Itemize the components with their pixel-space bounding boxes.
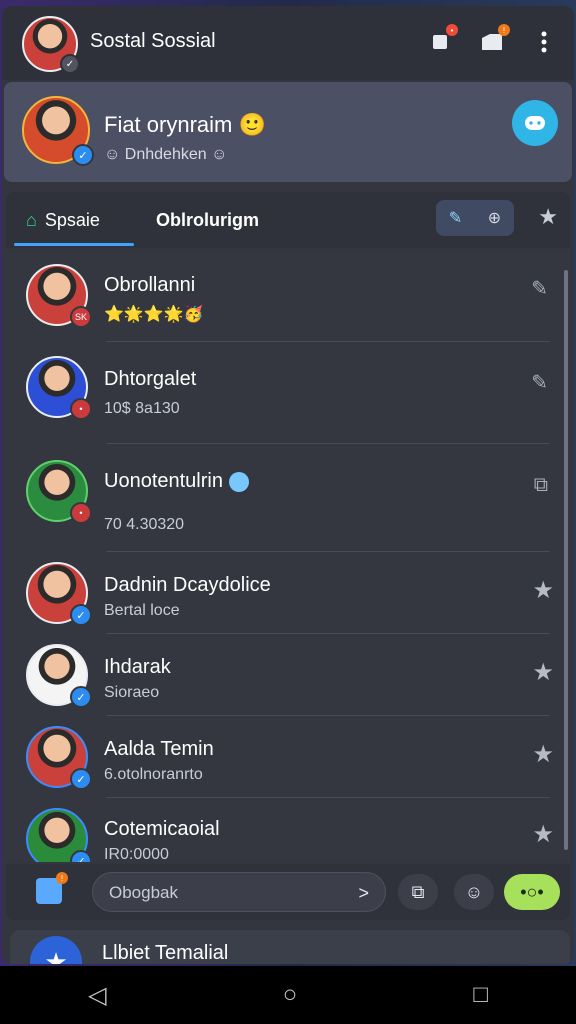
system-nav-bar: ◁ ○ □	[0, 966, 576, 1024]
star-icon[interactable]: ★	[532, 576, 554, 605]
notification-badge: •	[446, 24, 458, 36]
home-icon: ⌂	[26, 209, 37, 230]
home-button-icon[interactable]: ○	[283, 981, 298, 1009]
notification-badge: !	[56, 872, 68, 884]
contact-name-text: Uonotentulrin	[104, 470, 223, 492]
contact-name: Dhtorgalet	[104, 368, 197, 390]
profile-name: Fiat orynraim 🙂	[104, 112, 266, 138]
status-icon: •	[70, 502, 92, 524]
tab-tools[interactable]: ✎ ⊕	[436, 200, 514, 236]
tab-bar: ⌂ Spsaie Oblrolurigm ✎ ⊕ ★	[6, 192, 570, 248]
tab-home-label: Spsaie	[44, 209, 100, 230]
recent-apps-icon[interactable]: □	[473, 981, 488, 1009]
star-icon[interactable]: ★	[532, 740, 554, 769]
app-shell: ✓ Sostal Sossial • ! ✓ Fiat orynraim 🙂 ☺…	[2, 6, 574, 964]
list-item[interactable]: ✓ Ihdarak Sioraeo ★	[6, 634, 570, 716]
star-icon[interactable]: ★	[532, 658, 554, 687]
share-icon[interactable]: ⧉	[534, 474, 548, 497]
more-icon[interactable]	[530, 28, 558, 56]
tab-second-label: Oblrolurigm	[156, 209, 259, 230]
scrollbar[interactable]	[564, 270, 568, 850]
list-item[interactable]: ✓ Cotemicaoial IR0:0000 ★	[6, 798, 570, 862]
verified-icon: ✓	[70, 686, 92, 708]
contact-subtitle: 6.otolnoranrto	[104, 766, 203, 783]
status-icon: •	[70, 398, 92, 420]
contact-name: Aalda Temin	[104, 738, 214, 760]
profile-avatar[interactable]: ✓	[22, 96, 94, 166]
send-icon[interactable]: >	[358, 883, 369, 904]
bottom-card-title: Llbiet Temalial	[102, 942, 229, 964]
verified-icon: ✓	[70, 604, 92, 626]
contact-subtitle: 70 4.30320	[104, 516, 185, 533]
app-title: Sostal Sossial	[90, 30, 216, 52]
contact-avatar[interactable]: SK	[26, 264, 92, 328]
favorite-star-icon[interactable]: ★	[538, 204, 558, 230]
emoji-icon: ☺	[211, 146, 228, 163]
contact-subtitle: Sioraeo	[104, 684, 160, 701]
edit-icon[interactable]: ✎	[531, 370, 548, 395]
contact-avatar[interactable]: •	[26, 460, 92, 524]
contact-name: Cotemicaoial	[104, 818, 220, 840]
contact-list: SK Obrollanni ⭐🌟⭐🌟🥳 ✎ • Dhtorgalet 10$ 8…	[6, 250, 570, 862]
camera-icon[interactable]: ⧉	[398, 874, 438, 910]
contact-avatar[interactable]: ✓	[26, 644, 92, 708]
contact-avatar[interactable]: ✓	[26, 808, 92, 862]
notification-badge: !	[498, 24, 510, 36]
profile-subtitle: ☺ Dnhdehken ☺	[104, 146, 227, 164]
list-item[interactable]: SK Obrollanni ⭐🌟⭐🌟🥳 ✎	[6, 250, 570, 342]
contact-avatar[interactable]: ✓	[26, 726, 92, 790]
contact-name: Ihdarak	[104, 656, 171, 678]
star-icon[interactable]: ★	[532, 820, 554, 849]
verified-icon: ✓	[70, 768, 92, 790]
status-icon: ✓	[60, 54, 80, 74]
globe-icon[interactable]: ⊕	[488, 208, 501, 228]
attach-icon[interactable]: !	[36, 872, 68, 904]
user-avatar[interactable]: ✓	[22, 16, 80, 74]
verified-icon: ✓	[72, 144, 94, 166]
emoji-icon[interactable]: ☺	[454, 874, 494, 910]
smile-emoji-icon: 🙂	[238, 112, 266, 137]
brush-icon[interactable]: ✎	[449, 208, 462, 228]
tab-home[interactable]: ⌂ Spsaie	[26, 204, 100, 236]
list-item[interactable]: ✓ Aalda Temin 6.otolnoranrto ★	[6, 716, 570, 798]
folder-icon[interactable]: !	[478, 24, 510, 56]
tab-second[interactable]: Oblrolurigm	[156, 204, 259, 236]
bookmark-icon[interactable]: •	[426, 24, 458, 56]
back-icon[interactable]: ◁	[88, 981, 106, 1010]
list-item[interactable]: • Dhtorgalet 10$ 8a130 ✎	[6, 342, 570, 444]
pin-icon: ★	[30, 936, 82, 964]
top-bar: ✓ Sostal Sossial • !	[2, 6, 574, 80]
chat-bubble-button[interactable]	[512, 100, 558, 146]
contact-subtitle: IR0:0000	[104, 846, 169, 862]
message-placeholder: Obogbak	[109, 883, 178, 902]
emoji-icon: ☺	[104, 146, 121, 163]
contact-subtitle: 10$ 8a130	[104, 400, 180, 417]
bottom-card[interactable]: ★ Llbiet Temalial	[10, 930, 570, 964]
verified-icon: ✓	[70, 850, 92, 862]
contact-subtitle: Bertal loce	[104, 602, 180, 619]
contact-name: Uonotentulrin	[104, 470, 249, 493]
profile-card[interactable]: ✓ Fiat orynraim 🙂 ☺ Dnhdehken ☺	[4, 82, 572, 182]
info-icon	[228, 471, 249, 492]
contact-emojis: ⭐🌟⭐🌟🥳	[104, 306, 204, 323]
edit-icon[interactable]: ✎	[531, 276, 548, 301]
list-item[interactable]: • Uonotentulrin 70 4.30320 ⧉	[6, 444, 570, 552]
profile-subtitle-text: Dnhdehken	[124, 146, 207, 163]
contact-avatar[interactable]: ✓	[26, 562, 92, 626]
contact-avatar[interactable]: •	[26, 356, 92, 420]
badge: SK	[70, 306, 92, 328]
profile-name-text: Fiat orynraim	[104, 112, 233, 137]
contact-name: Obrollanni	[104, 274, 196, 296]
list-item[interactable]: ✓ Dadnin Dcaydolice Bertal loce ★	[6, 552, 570, 634]
active-tab-indicator	[14, 243, 134, 246]
voice-button[interactable]: •○•	[504, 874, 560, 910]
contact-name: Dadnin Dcaydolice	[104, 574, 271, 596]
message-composer: ! Obogbak > ⧉ ☺ •○•	[6, 864, 570, 920]
message-input[interactable]: Obogbak >	[92, 872, 386, 912]
